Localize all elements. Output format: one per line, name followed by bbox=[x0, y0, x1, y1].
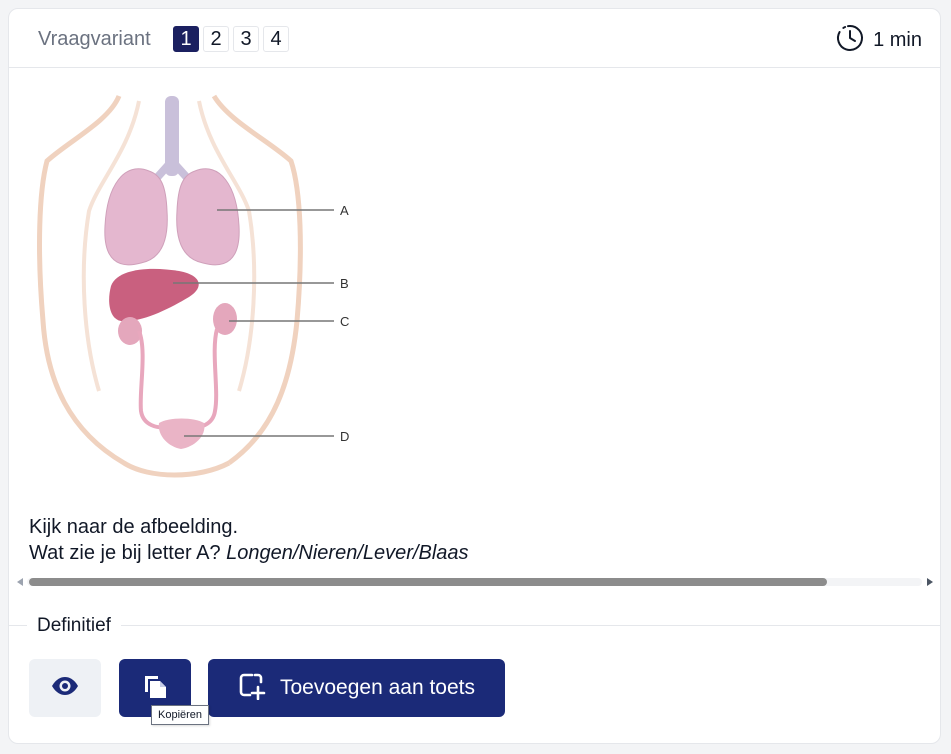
anatomy-image: A B C D bbox=[29, 91, 369, 491]
question-text: Kijk naar de afbeelding. Wat zie je bij … bbox=[29, 514, 469, 566]
question-line-1: Kijk naar de afbeelding. bbox=[29, 516, 239, 538]
duration-text: 1 min bbox=[873, 29, 922, 51]
figure-label-a: A bbox=[340, 203, 349, 218]
variant-button-3[interactable]: 3 bbox=[233, 26, 259, 52]
copy-tooltip: Kopiëren bbox=[151, 705, 210, 725]
clock-icon bbox=[835, 23, 865, 58]
card-header: Vraagvariant 1 2 3 4 1 min bbox=[9, 9, 940, 68]
variant-selector: 1 2 3 4 bbox=[173, 26, 289, 52]
question-line-2: Wat zie je bij letter A? Longen/Nieren/L… bbox=[29, 540, 469, 566]
eye-icon bbox=[51, 676, 79, 701]
preview-button[interactable] bbox=[29, 659, 101, 717]
question-options: Longen/Nieren/Lever/Blaas bbox=[226, 542, 469, 564]
question-card: Vraagvariant 1 2 3 4 1 min A B C D Kijk … bbox=[8, 8, 941, 744]
horizontal-scrollbar[interactable] bbox=[15, 575, 935, 589]
variant-button-1[interactable]: 1 bbox=[173, 26, 199, 52]
figure-label-d: D bbox=[340, 429, 349, 444]
add-to-test-button[interactable]: Toevoegen aan toets bbox=[208, 659, 505, 717]
figure-label-b: B bbox=[340, 276, 349, 291]
duration: 1 min bbox=[835, 23, 922, 58]
copy-icon bbox=[142, 672, 168, 705]
add-to-test-icon bbox=[238, 672, 266, 705]
figure-label-c: C bbox=[340, 314, 349, 329]
variant-label: Vraagvariant bbox=[38, 28, 151, 50]
status-label: Definitief bbox=[27, 615, 121, 637]
add-to-test-label: Toevoegen aan toets bbox=[280, 676, 475, 699]
scroll-right-icon[interactable] bbox=[927, 578, 933, 586]
question-prompt: Wat zie je bij letter A? bbox=[29, 542, 227, 564]
status-divider bbox=[9, 625, 940, 626]
scrollbar-thumb[interactable] bbox=[29, 578, 827, 586]
variant-button-4[interactable]: 4 bbox=[263, 26, 289, 52]
scroll-left-icon[interactable] bbox=[17, 578, 23, 586]
variant-button-2[interactable]: 2 bbox=[203, 26, 229, 52]
